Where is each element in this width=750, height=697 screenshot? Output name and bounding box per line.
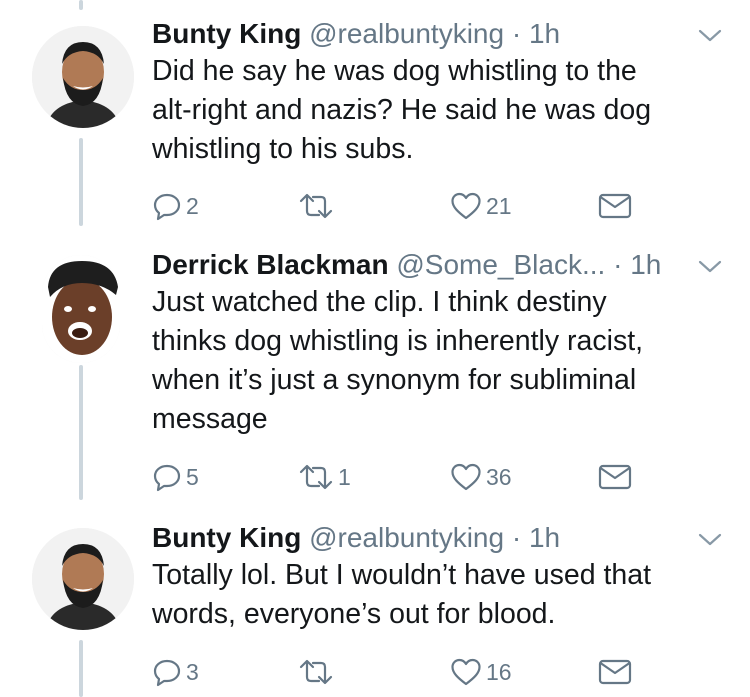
- message-button[interactable]: [598, 656, 632, 688]
- tweet-text-line: words, everyone’s out for blood.: [152, 598, 556, 630]
- tweet-text-line: Did he say he was dog whistling to the: [152, 55, 637, 87]
- chevron-down-icon[interactable]: [696, 530, 724, 548]
- like-button[interactable]: 16: [450, 656, 512, 688]
- tweet-text-line: message: [152, 403, 268, 435]
- retweet-icon: [299, 659, 333, 685]
- username[interactable]: @realbuntyking: [309, 522, 504, 553]
- tweet-header: Bunty King @realbuntyking · 1h: [152, 520, 560, 556]
- tweet-actions: 3 16: [152, 656, 652, 688]
- retweet-button[interactable]: [298, 656, 338, 688]
- separator-dot: ·: [511, 522, 522, 553]
- thread-line: [79, 138, 83, 226]
- envelope-icon: [598, 464, 632, 490]
- tweet-text-line: when it’s just a synonym for subliminal: [152, 364, 637, 396]
- thread-line: [79, 640, 83, 697]
- username[interactable]: @realbuntyking: [309, 18, 504, 49]
- heart-icon: [451, 658, 481, 686]
- tweet-text-line: alt-right and nazis? He said he was dog: [152, 94, 652, 126]
- profile-photo: [32, 528, 134, 630]
- retweet-icon: [299, 464, 333, 490]
- like-button[interactable]: 21: [450, 190, 512, 222]
- thread-line: [79, 0, 83, 10]
- avatar[interactable]: [42, 255, 120, 363]
- tweet-text: Did he say he was dog whistling to the a…: [152, 52, 727, 169]
- display-name[interactable]: Derrick Blackman: [152, 249, 389, 280]
- tweet-header: Derrick Blackman @Some_Black... · 1h: [152, 247, 661, 283]
- tweet-text-line: thinks dog whistling is inherently racis…: [152, 325, 644, 357]
- reply-icon: [153, 659, 181, 687]
- timestamp[interactable]: 1h: [630, 249, 661, 280]
- username[interactable]: @Some_Black...: [396, 249, 605, 280]
- tweet-text-line: Just watched the clip. I think destiny: [152, 286, 607, 318]
- message-button[interactable]: [598, 461, 632, 493]
- reply-button[interactable]: 3: [152, 656, 199, 688]
- avatar[interactable]: [32, 26, 134, 128]
- tweet-actions: 5 1 36: [152, 461, 652, 493]
- separator-dot: ·: [613, 249, 623, 280]
- tweet-text-line: whistling to his subs.: [152, 133, 414, 165]
- tweet-text-line: Totally lol. But I wouldn’t have used th…: [152, 559, 652, 591]
- tweet-header: Bunty King @realbuntyking · 1h: [152, 16, 560, 52]
- retweet-button[interactable]: [298, 190, 338, 222]
- heart-icon: [451, 192, 481, 220]
- retweet-icon: [299, 193, 333, 219]
- reply-icon: [153, 193, 181, 221]
- display-name[interactable]: Bunty King: [152, 522, 301, 553]
- reply-button[interactable]: 2: [152, 190, 199, 222]
- separator-dot: ·: [511, 18, 522, 49]
- message-button[interactable]: [598, 190, 632, 222]
- retweet-button[interactable]: 1: [298, 461, 351, 493]
- reply-count: 5: [186, 463, 199, 490]
- timestamp[interactable]: 1h: [529, 18, 560, 49]
- chevron-down-icon[interactable]: [696, 257, 724, 275]
- reply-count: 3: [186, 658, 199, 685]
- envelope-icon: [598, 193, 632, 219]
- tweet-actions: 2 21: [152, 190, 652, 222]
- like-button[interactable]: 36: [450, 461, 512, 493]
- profile-photo: [32, 26, 134, 128]
- retweet-count: 1: [338, 463, 351, 490]
- like-count: 36: [486, 463, 512, 490]
- timestamp[interactable]: 1h: [529, 522, 560, 553]
- like-count: 21: [486, 192, 512, 219]
- chevron-down-icon[interactable]: [696, 26, 724, 44]
- thread-line: [79, 365, 83, 500]
- display-name[interactable]: Bunty King: [152, 18, 301, 49]
- envelope-icon: [598, 659, 632, 685]
- profile-photo: [42, 255, 120, 363]
- reply-button[interactable]: 5: [152, 461, 199, 493]
- reply-icon: [153, 464, 181, 492]
- reply-count: 2: [186, 192, 199, 219]
- avatar[interactable]: [32, 528, 134, 630]
- like-count: 16: [486, 658, 512, 685]
- tweet-text: Totally lol. But I wouldn’t have used th…: [152, 556, 727, 634]
- heart-icon: [451, 463, 481, 491]
- tweet-text: Just watched the clip. I think destiny t…: [152, 283, 727, 439]
